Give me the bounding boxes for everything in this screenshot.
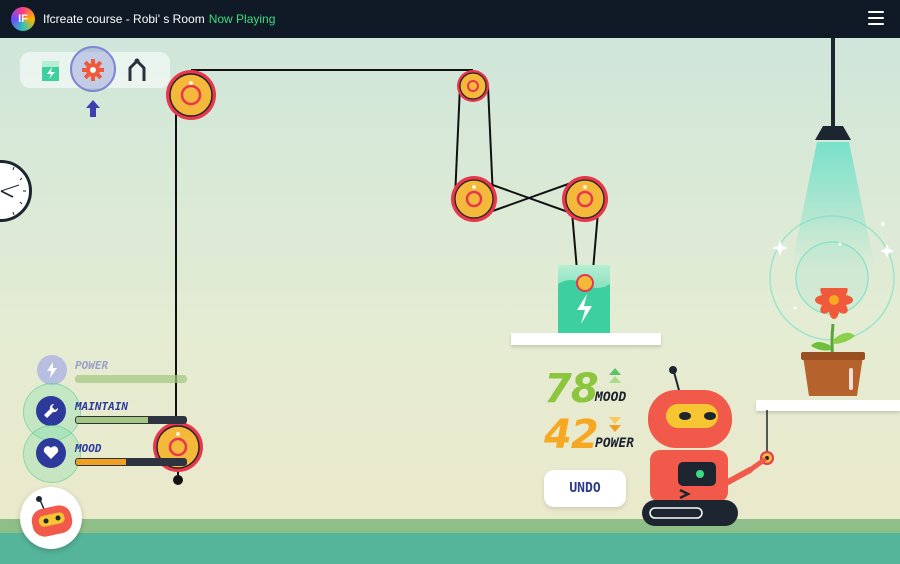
battery-tool-icon[interactable]	[28, 52, 74, 88]
mood-bar	[75, 458, 187, 466]
power-label: POWER	[75, 359, 109, 372]
gear-tool-icon[interactable]	[70, 52, 116, 88]
maintain-bar	[75, 416, 187, 424]
power-bar-fill	[76, 376, 186, 382]
gear-middle-left[interactable]	[450, 175, 498, 223]
gear-middle-right[interactable]	[561, 175, 609, 223]
gear-top-left[interactable]	[164, 68, 218, 122]
robi-robot[interactable]	[640, 362, 790, 532]
power-bar	[75, 375, 187, 383]
maintain-label: MAINTAIN	[75, 400, 128, 413]
mood-bar-fill	[76, 459, 126, 465]
undo-button[interactable]: UNDO	[544, 470, 626, 507]
battery-pulley[interactable]	[576, 274, 594, 292]
power-score-label: POWER	[595, 436, 635, 451]
power-score: 42	[544, 412, 599, 458]
mood-label: MOOD	[75, 442, 102, 455]
gear-top-right[interactable]	[456, 69, 490, 103]
arrow-up-icon	[86, 100, 100, 117]
power-stat-icon[interactable]	[37, 355, 67, 385]
claw-tool-icon[interactable]	[115, 52, 161, 88]
maintain-bar-fill	[76, 417, 148, 423]
power-down-arrow-icon	[609, 417, 621, 432]
wrench-icon[interactable]	[36, 396, 66, 426]
potted-flower	[801, 288, 865, 396]
robot-avatar-button[interactable]	[20, 487, 82, 549]
mood-up-arrow-icon	[609, 368, 621, 383]
mood-score-label: MOOD	[595, 390, 627, 405]
heart-icon[interactable]	[36, 438, 66, 468]
mood-score: 78	[544, 366, 599, 412]
